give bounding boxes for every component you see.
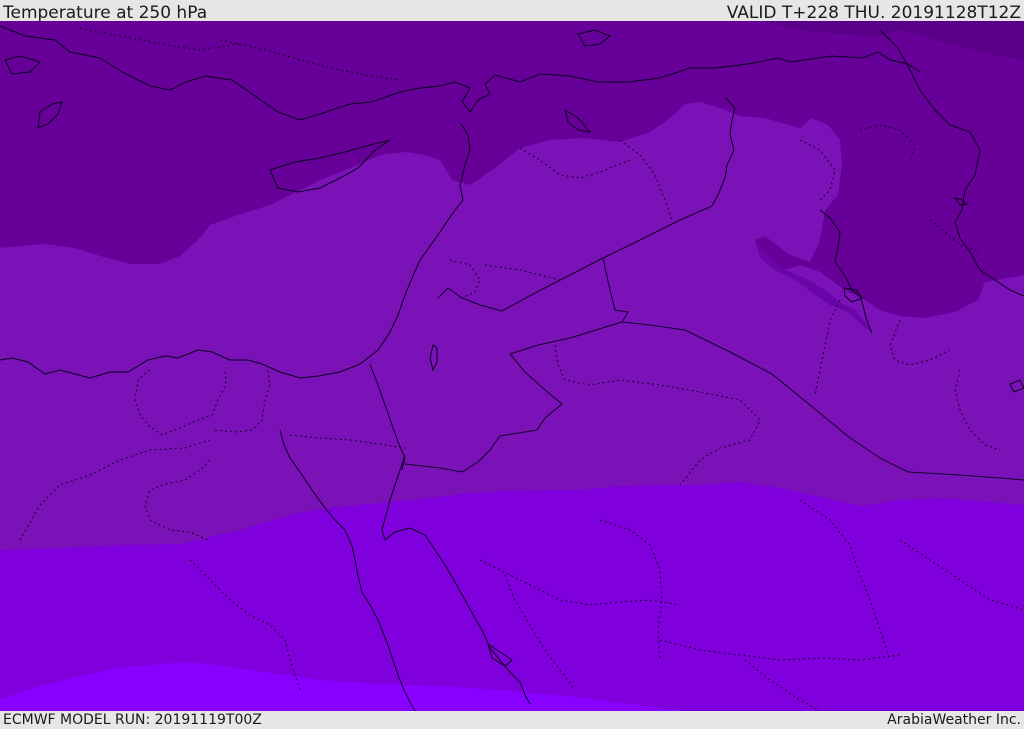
credit-label: ArabiaWeather Inc.: [887, 712, 1021, 728]
weather-map-page: Temperature at 250 hPa VALID T+228 THU. …: [0, 0, 1024, 729]
valid-time-label: VALID T+228 THU. 20191128T12Z: [726, 3, 1021, 23]
header-bar: Temperature at 250 hPa VALID T+228 THU. …: [0, 0, 1024, 23]
model-run-label: ECMWF MODEL RUN: 20191119T00Z: [3, 712, 262, 728]
footer-bar: ECMWF MODEL RUN: 20191119T00Z ArabiaWeat…: [0, 711, 1024, 729]
temperature-map: [0, 21, 1024, 711]
map-title: Temperature at 250 hPa: [3, 3, 208, 23]
